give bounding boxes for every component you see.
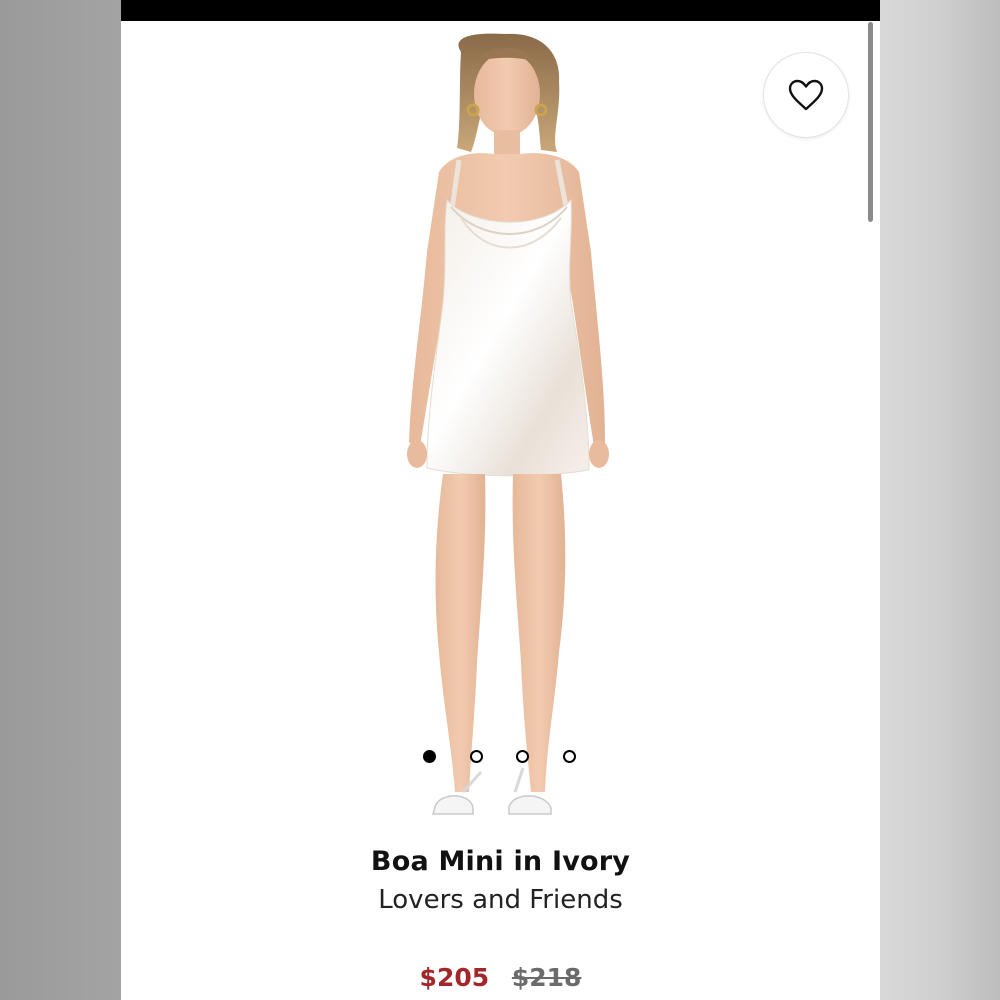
status-bar (121, 0, 880, 21)
sale-price: $205 (419, 963, 490, 992)
pagination-dot-1[interactable] (423, 750, 436, 763)
pagination-dot-3[interactable] (516, 750, 529, 763)
product-title: Boa Mini in Ivory (370, 846, 631, 877)
scrollbar[interactable] (868, 22, 873, 222)
original-price: $218 (511, 963, 582, 992)
screenshot-canvas: Boa Mini in Ivory Lovers and Friends $20… (0, 0, 1000, 1000)
product-image[interactable] (121, 22, 880, 832)
phone-screen: Boa Mini in Ivory Lovers and Friends $20… (121, 0, 880, 1000)
pagination-dot-2[interactable] (470, 750, 483, 763)
favorite-button[interactable] (763, 52, 849, 138)
image-pagination (421, 748, 581, 768)
product-brand[interactable]: Lovers and Friends (121, 885, 880, 915)
heart-outline-icon (788, 79, 824, 111)
pagination-dot-4[interactable] (563, 750, 576, 763)
background-right (880, 0, 1000, 1000)
price-row: $205 $218 (121, 963, 880, 992)
